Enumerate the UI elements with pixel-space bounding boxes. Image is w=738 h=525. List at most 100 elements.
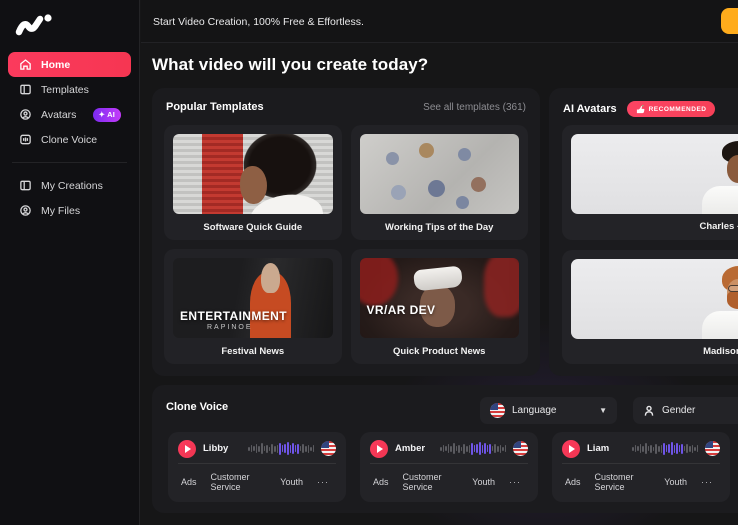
page-title: What video will you create today?: [152, 55, 738, 75]
upgrade-button[interactable]: [721, 8, 738, 34]
voice-tags: Ads Customer Service Youth ···: [178, 464, 336, 500]
main-content: What video will you create today? Popula…: [141, 43, 738, 525]
us-flag-icon: [490, 403, 505, 418]
voice-card-row: Libby Ads Customer Service Youth ··· Amb…: [168, 432, 730, 502]
template-card-festival-news[interactable]: ENTERTAINMENT RAPINOE Festival News: [164, 249, 342, 364]
us-flag-icon: [705, 441, 720, 456]
play-button[interactable]: [370, 440, 388, 458]
recommended-badge: RECOMMENDED: [627, 101, 716, 117]
template-thumbnail: VR/AR DEV: [360, 258, 520, 338]
template-label: Software Quick Guide: [173, 214, 333, 240]
sidebar-item-label: Home: [41, 59, 70, 71]
promo-text: Start Video Creation, 100% Free & Effort…: [153, 16, 364, 28]
us-flag-icon: [321, 441, 336, 456]
sidebar-item-templates[interactable]: Templates: [8, 77, 131, 102]
thumbs-up-icon: [636, 105, 645, 114]
popular-templates-header: Popular Templates See all templates (361…: [152, 88, 540, 113]
voice-name: Amber: [395, 443, 433, 454]
voice-name: Libby: [203, 443, 241, 454]
templates-icon: [18, 83, 32, 97]
my-creations-icon: [18, 179, 32, 193]
voice-card-amber: Amber Ads Customer Service Youth ···: [360, 432, 538, 502]
voice-card-top: Libby: [178, 440, 336, 464]
ai-badge: ✦ AI: [93, 108, 121, 122]
clone-voice-icon: [18, 133, 32, 147]
sidebar-item-label: Templates: [41, 84, 89, 96]
avatar-label: Madison - Sales: [571, 339, 738, 365]
clone-voice-panel: Clone Voice Language ▼ Gender Libby: [152, 385, 738, 513]
sidebar-item-label: Avatars: [41, 109, 76, 121]
voice-card-libby: Libby Ads Customer Service Youth ···: [168, 432, 346, 502]
app-logo[interactable]: [14, 11, 56, 37]
template-label: Festival News: [173, 338, 333, 364]
voice-tag: Youth: [465, 477, 502, 487]
template-card-working-tips[interactable]: Working Tips of the Day: [351, 125, 529, 240]
sidebar-divider: [12, 162, 127, 163]
voice-tag: Ads: [178, 477, 204, 487]
sidebar-item-my-files[interactable]: My Files: [8, 198, 131, 223]
my-files-icon: [18, 204, 32, 218]
play-button[interactable]: [178, 440, 196, 458]
clone-voice-title: Clone Voice: [166, 401, 228, 413]
gender-dropdown-label: Gender: [662, 405, 695, 416]
templates-grid: Software Quick Guide Working Tips of the…: [164, 125, 528, 364]
more-tags-button[interactable]: ···: [310, 477, 336, 487]
avatar-list: Charles - Teacher Madison - Sales: [562, 125, 738, 364]
sidebar: Home Templates Avatars ✦ AI Clone Voice: [0, 0, 140, 525]
sidebar-item-label: My Creations: [41, 180, 103, 192]
sidebar-nav: Home Templates Avatars ✦ AI Clone Voice: [8, 52, 131, 223]
voice-card-liam: Liam Ads Customer Service Youth ···: [552, 432, 730, 502]
avatar-photo: [571, 259, 738, 339]
template-card-quick-product-news[interactable]: VR/AR DEV Quick Product News: [351, 249, 529, 364]
template-thumbnail: [173, 134, 333, 214]
voice-tag: Ads: [562, 477, 588, 487]
template-label: Working Tips of the Day: [360, 214, 520, 240]
ai-avatars-panel: AI Avatars RECOMMENDED Charles - Teacher: [549, 88, 738, 376]
sidebar-item-home[interactable]: Home: [8, 52, 131, 77]
voice-card-top: Amber: [370, 440, 528, 464]
language-dropdown[interactable]: Language ▼: [480, 397, 617, 424]
voice-waveform: [632, 441, 698, 457]
home-icon: [18, 58, 32, 72]
avatar-card-madison[interactable]: Madison - Sales: [562, 250, 738, 365]
chevron-down-icon: ▼: [599, 406, 607, 415]
recommended-badge-label: RECOMMENDED: [649, 106, 707, 113]
sidebar-item-my-creations[interactable]: My Creations: [8, 173, 131, 198]
avatar-card-charles[interactable]: Charles - Teacher: [562, 125, 738, 240]
template-card-software-quick-guide[interactable]: Software Quick Guide: [164, 125, 342, 240]
sidebar-item-avatars[interactable]: Avatars ✦ AI: [8, 102, 131, 127]
thumbnail-overlay-text: ENTERTAINMENT: [180, 310, 287, 322]
voice-tag: Ads: [370, 477, 396, 487]
voice-tag: Customer Service: [396, 472, 466, 492]
ai-avatars-header: AI Avatars RECOMMENDED: [549, 88, 738, 117]
thumbnail-overlay-text: VR/AR DEV: [367, 304, 436, 316]
voice-waveform: [248, 441, 314, 457]
popular-templates-title: Popular Templates: [166, 101, 264, 113]
gender-dropdown[interactable]: Gender: [633, 397, 738, 424]
voice-tags: Ads Customer Service Youth ···: [370, 464, 528, 500]
sidebar-item-clone-voice[interactable]: Clone Voice: [8, 127, 131, 152]
ai-avatars-title: AI Avatars: [563, 103, 617, 115]
template-thumbnail: [360, 134, 520, 214]
topbar: Start Video Creation, 100% Free & Effort…: [141, 0, 738, 43]
voice-tag: Customer Service: [588, 472, 658, 492]
avatars-icon: [18, 108, 32, 122]
avatar-photo: [571, 134, 738, 214]
voice-waveform: [440, 441, 506, 457]
popular-templates-panel: Popular Templates See all templates (361…: [152, 88, 540, 376]
sidebar-item-label: Clone Voice: [41, 134, 97, 146]
more-tags-button[interactable]: ···: [694, 477, 720, 487]
play-button[interactable]: [562, 440, 580, 458]
more-tags-button[interactable]: ···: [502, 477, 528, 487]
see-all-templates-link[interactable]: See all templates (361): [423, 102, 526, 113]
us-flag-icon: [513, 441, 528, 456]
voice-tag: Youth: [273, 477, 310, 487]
sidebar-item-label: My Files: [41, 205, 80, 217]
person-icon: [643, 405, 655, 417]
template-thumbnail: ENTERTAINMENT RAPINOE: [173, 258, 333, 338]
voice-tag: Customer Service: [204, 472, 274, 492]
thumbnail-overlay-subtext: RAPINOE: [207, 324, 253, 331]
voice-tags: Ads Customer Service Youth ···: [562, 464, 720, 500]
language-dropdown-label: Language: [512, 405, 557, 416]
voice-card-top: Liam: [562, 440, 720, 464]
